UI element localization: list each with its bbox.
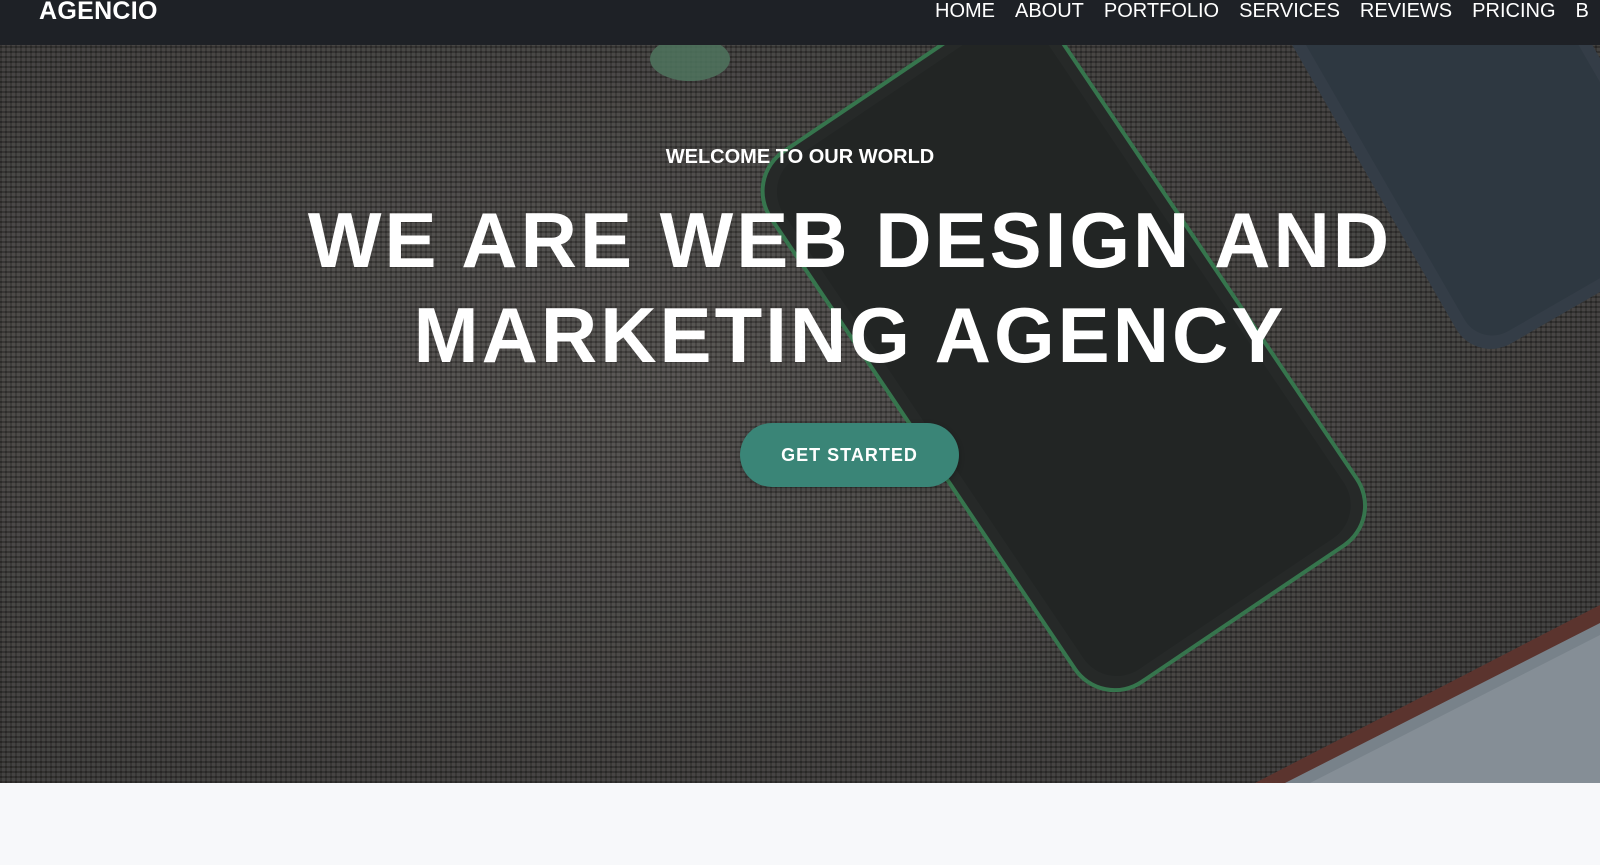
nav-link-home[interactable]: HOME [935, 0, 995, 28]
nav-link-truncated[interactable]: B [1576, 0, 1589, 28]
nav-menu: HOME ABOUT PORTFOLIO SERVICES REVIEWS PR… [935, 0, 1589, 28]
hero-title-line-1: WE ARE WEB DESIGN AND [307, 196, 1393, 284]
page: AGENCIO HOME ABOUT PORTFOLIO SERVICES RE… [0, 0, 1600, 865]
nav-link-services[interactable]: SERVICES [1239, 0, 1340, 28]
nav-link-portfolio[interactable]: PORTFOLIO [1104, 0, 1219, 28]
hero-section: WELCOME TO OUR WORLD WE ARE WEB DESIGN A… [0, 45, 1600, 783]
nav-link-pricing[interactable]: PRICING [1472, 0, 1555, 28]
get-started-button[interactable]: GET STARTED [740, 423, 959, 487]
nav-link-reviews[interactable]: REVIEWS [1360, 0, 1452, 28]
hero-title: WE ARE WEB DESIGN AND MARKETING AGENCY [250, 193, 1450, 383]
top-navbar: AGENCIO HOME ABOUT PORTFOLIO SERVICES RE… [0, 0, 1600, 45]
hero-eyebrow: WELCOME TO OUR WORLD [665, 146, 935, 168]
hero-title-line-2: MARKETING AGENCY [413, 291, 1287, 379]
nav-link-about[interactable]: ABOUT [1015, 0, 1084, 28]
next-section [0, 783, 1600, 865]
brand-logo[interactable]: AGENCIO [39, 0, 158, 28]
